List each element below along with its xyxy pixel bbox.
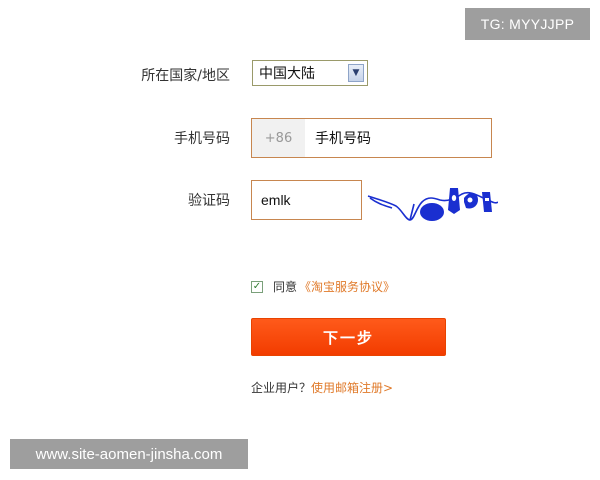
code-label: 验证码 <box>188 193 230 209</box>
enterprise-text: 企业用户？ <box>251 381 312 395</box>
service-agreement-link[interactable]: 《淘宝服务协议》 <box>299 278 395 295</box>
enterprise-row: 企业用户？使用邮箱注册> <box>251 379 393 396</box>
chevron-down-icon[interactable]: ▼ <box>348 64 364 82</box>
phone-field[interactable]: +86 <box>251 118 492 158</box>
phone-label: 手机号码 <box>174 131 230 147</box>
code-field[interactable] <box>251 180 362 220</box>
agree-checkbox[interactable]: ✓ <box>251 280 263 293</box>
region-label: 所在国家/地区 <box>141 68 230 84</box>
region-select[interactable]: 中国大陆 ▼ <box>252 60 368 86</box>
checkmark-icon: ✓ <box>252 280 262 292</box>
tg-watermark: TG: MYYJJPP <box>465 8 590 40</box>
phone-input[interactable] <box>305 119 491 157</box>
agreement-row: ✓ 同意 《淘宝服务协议》 <box>251 278 395 295</box>
website-watermark: www.site-aomen-jinsha.com <box>10 439 248 469</box>
next-button[interactable]: 下一步 <box>251 318 446 356</box>
captcha-image[interactable] <box>366 180 498 226</box>
code-input[interactable] <box>252 191 361 209</box>
phone-prefix: +86 <box>252 119 305 157</box>
region-select-value: 中国大陆 <box>259 66 315 82</box>
agree-text: 同意 <box>273 280 298 294</box>
email-register-link[interactable]: 使用邮箱注册> <box>311 381 393 395</box>
